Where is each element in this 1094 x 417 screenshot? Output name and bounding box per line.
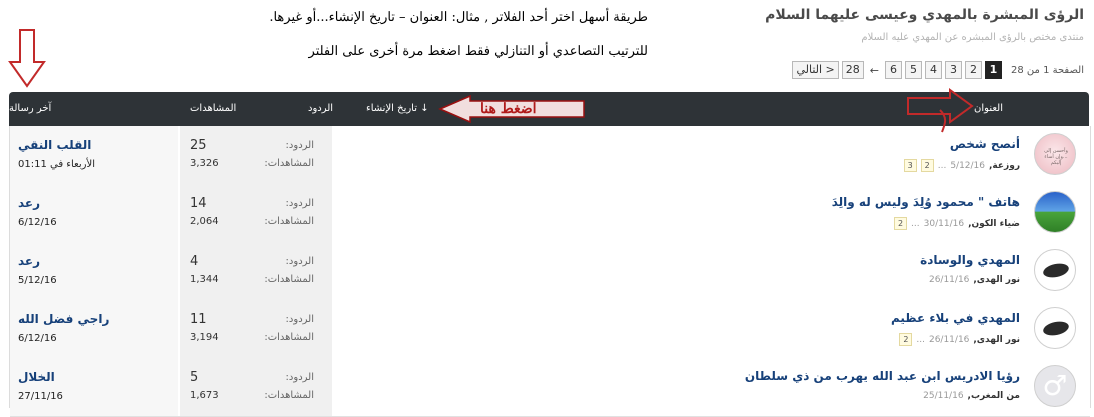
down-arrow-icon (8, 29, 46, 88)
annotation-overlay (8, 29, 974, 133)
press-here-label: اضغط هنا (480, 101, 537, 117)
right-arrow-icon (907, 88, 974, 124)
